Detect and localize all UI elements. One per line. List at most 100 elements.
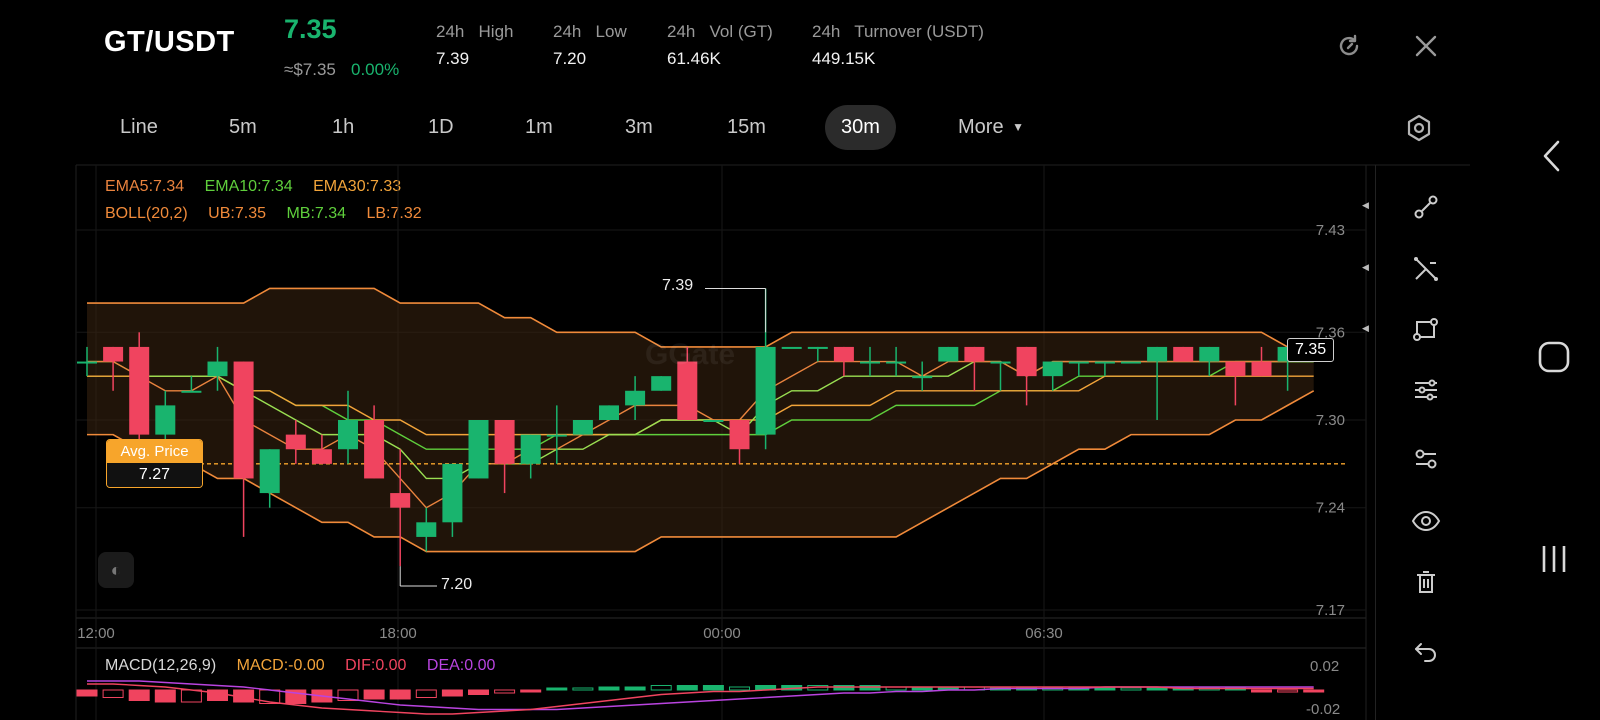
macd-tick-bottom: -0.02 (1306, 701, 1341, 718)
candle-body (233, 361, 254, 479)
candle-body (990, 361, 1011, 364)
candle-body (599, 405, 619, 420)
candle-body (520, 434, 541, 464)
macd-histogram-bar (624, 686, 646, 691)
macd-title: MACD(12,26,9) (105, 657, 217, 674)
candle-body (1094, 361, 1115, 364)
candle-body (1121, 361, 1141, 364)
macd-histogram-bar (650, 685, 672, 691)
macd-histogram-bar (468, 689, 489, 695)
candle-body (1016, 346, 1037, 377)
candle-body (155, 405, 176, 435)
macd-histogram-bar (833, 685, 855, 691)
candle-body (103, 346, 124, 362)
expand-left-icon[interactable]: ◀ (1362, 262, 1369, 273)
candle-body (781, 346, 802, 349)
candle-body (703, 420, 724, 422)
candle-body (755, 346, 776, 435)
candle-body (338, 420, 358, 450)
macd-histogram-bar (494, 689, 516, 694)
candle-body (572, 420, 593, 435)
price-chart[interactable]: 7.437.367.307.247.1712:00 18:00 00:00 06:30 (0, 0, 1600, 720)
nav-home-icon[interactable] (1538, 341, 1570, 373)
candle-body (1042, 361, 1063, 377)
macd-histogram-bar (102, 689, 124, 698)
dea-value: DEA:0.00 (426, 657, 496, 674)
x-tick-label: 00:00 (703, 625, 741, 642)
candle-body (390, 493, 411, 508)
candle-body (442, 463, 463, 523)
dif-value: DIF:0.00 (345, 657, 407, 674)
y-tick-label: 7.17 (1316, 602, 1345, 619)
fib-cross-icon[interactable] (1412, 255, 1440, 283)
macd-histogram-bar (363, 689, 385, 700)
candle-body (1199, 346, 1220, 362)
candle-body (1225, 361, 1246, 377)
undo-icon[interactable] (1412, 637, 1440, 665)
avg-price-label: Avg. Price (107, 440, 202, 463)
y-tick-label: 7.43 (1316, 222, 1345, 239)
avg-price-value: 7.27 (107, 463, 202, 487)
macd-value: MACD:-0.00 (236, 657, 325, 674)
trash-icon[interactable] (1412, 568, 1440, 596)
candle-body (964, 346, 985, 362)
tradingview-logo-icon[interactable]: ◐ (98, 552, 134, 588)
rectangle-tool-icon[interactable] (1412, 315, 1440, 343)
nav-recents-icon[interactable] (1540, 544, 1568, 574)
candle-body (912, 376, 933, 379)
macd-histogram-bar (702, 685, 724, 691)
trendline-icon[interactable] (1412, 193, 1440, 221)
candle-body (207, 361, 228, 377)
avg-price-tag: Avg. Price 7.27 (106, 439, 203, 488)
macd-histogram-bar (441, 689, 463, 697)
candle-body (129, 346, 150, 435)
candle-body (886, 361, 907, 364)
macd-histogram-bar (572, 687, 594, 691)
macd-histogram-bar (154, 689, 176, 703)
y-tick-label: 7.24 (1316, 500, 1345, 517)
eye-icon[interactable] (1410, 507, 1442, 535)
x-tick-label: 06:30 (1025, 625, 1063, 642)
expand-left-icon[interactable]: ◀ (1362, 323, 1369, 334)
candle-body (1068, 361, 1089, 364)
nav-back-icon[interactable] (1540, 139, 1564, 173)
macd-histogram-bar (859, 685, 881, 691)
macd-histogram-bar (1277, 689, 1299, 693)
macd-histogram-bar (598, 686, 620, 691)
macd-histogram-bar (128, 689, 150, 701)
macd-histogram-bar (415, 689, 437, 698)
candle-body (259, 449, 280, 494)
macd-tick-top: 0.02 (1310, 658, 1340, 675)
macd-histogram-bar (729, 686, 750, 691)
macd-histogram-bar (676, 685, 698, 691)
candle-body (860, 361, 880, 364)
candle-body (468, 420, 489, 479)
candle-body (729, 420, 750, 450)
candle-body (938, 346, 959, 362)
candle-body (807, 346, 828, 349)
gate-watermark: GGate (645, 338, 736, 371)
candle-body (77, 361, 97, 364)
candle-body (1173, 346, 1194, 362)
x-tick-label: 12:00 (77, 625, 115, 642)
candle-body (494, 420, 515, 464)
candle-body (181, 390, 202, 393)
candle-body (625, 390, 646, 406)
sliders-icon[interactable] (1412, 376, 1440, 404)
macd-histogram-bar (546, 687, 568, 691)
macd-histogram-bar (1251, 689, 1272, 693)
x-tick-label: 18:00 (379, 625, 417, 642)
macd-histogram-bar (76, 689, 98, 697)
expand-left-icon[interactable]: ◀ (1362, 200, 1369, 211)
candle-body (651, 376, 672, 391)
macd-histogram-bar (389, 689, 411, 700)
indicator-settings-icon[interactable] (1412, 445, 1440, 473)
dea-line (87, 680, 1314, 711)
candle-body (1251, 361, 1272, 377)
candle-body (546, 434, 567, 437)
low-marker-label: 7.20 (441, 576, 473, 593)
macd-histogram-bar (1146, 687, 1168, 691)
candle-body (1147, 346, 1168, 362)
candle-body (285, 434, 306, 450)
candle-body (833, 346, 854, 362)
